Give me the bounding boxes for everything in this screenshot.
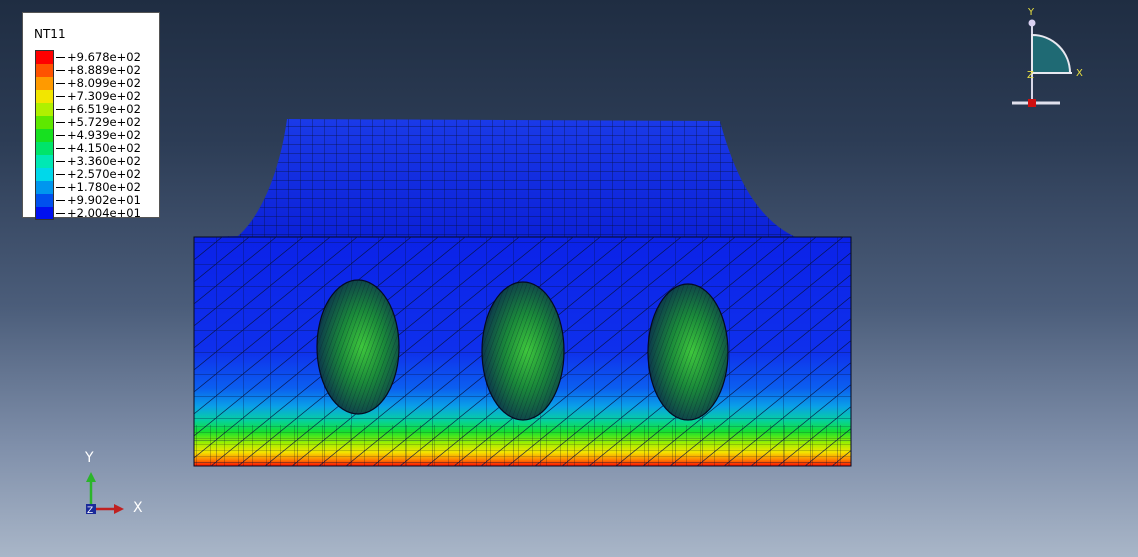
legend-swatch [36, 168, 54, 181]
legend-swatch [36, 90, 54, 103]
model-top-surface [194, 119, 854, 243]
legend-swatch [36, 51, 54, 64]
legend-title: NT11 [34, 27, 66, 41]
legend-tick [56, 109, 65, 110]
legend-swatch [36, 129, 54, 142]
legend-tick [56, 200, 65, 201]
legend-swatch [36, 181, 54, 194]
coord-x-label: X [133, 500, 143, 516]
legend-tick [56, 161, 65, 162]
model-hole-right [647, 283, 729, 421]
legend-tick [56, 57, 65, 58]
legend-swatch [36, 77, 54, 90]
legend-tick [56, 70, 65, 71]
contour-legend[interactable]: NT11 +9.678e+02 +8.889e+02 +8.099e+02 +7.30… [22, 12, 160, 220]
legend-swatch [36, 116, 54, 129]
legend-tick [56, 135, 65, 136]
legend-tick [56, 83, 65, 84]
view-orientation-triad[interactable] [1012, 19, 1072, 108]
legend-tick [56, 213, 65, 214]
legend-swatch [36, 207, 54, 220]
coord-z-label: Z [87, 506, 93, 516]
legend-tick [56, 174, 65, 175]
legend-tick [56, 148, 65, 149]
coord-y-label: Y [84, 450, 94, 466]
triad-z-label: Z [1027, 70, 1034, 81]
triad-x-label: X [1076, 68, 1083, 79]
legend-tick [56, 96, 65, 97]
legend-swatch [36, 155, 54, 168]
legend-tick [56, 187, 65, 188]
legend-swatch [36, 103, 54, 116]
legend-swatch [36, 194, 54, 207]
legend-value: +2.004e+01 [67, 206, 141, 220]
legend-tick [56, 122, 65, 123]
legend-swatch [36, 142, 54, 155]
model-hole-left [316, 279, 400, 415]
legend-swatch [36, 64, 54, 77]
triad-y-label: Y [1027, 7, 1035, 18]
model-hole-middle [481, 281, 565, 421]
model-viewport[interactable]: Y X Z Y X Z [0, 0, 1138, 557]
